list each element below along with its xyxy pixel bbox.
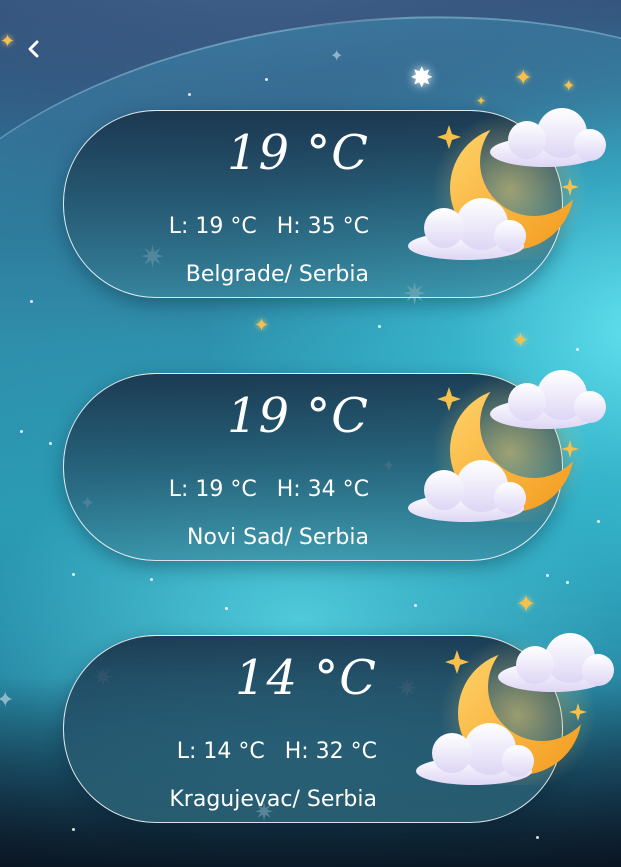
weather-card[interactable]: 14 °C L: 14 °C H: 32 °C Kragujevac/ Serbi… [63,635,563,823]
star-icon: ✦ [0,688,15,713]
high-temperature: H: 35 °C [276,214,369,239]
low-temperature: L: 14 °C [176,739,265,764]
chevron-left-icon [26,40,40,58]
weather-card[interactable]: 19 °C L: 19 °C H: 35 °C Belgrade/ Serbia [63,110,563,298]
star-icon: ✦ [330,46,344,65]
temperature-range: L: 19 °C H: 34 °C [169,477,369,502]
temperature-range: L: 19 °C H: 35 °C [169,214,369,239]
star-icon: ✦ [476,94,487,108]
star-icon: ✦ [516,590,537,618]
temperature-value: 19 °C [226,125,369,181]
location-label: Belgrade/ Serbia [185,262,369,287]
back-button[interactable] [22,36,44,62]
location-label: Kragujevac/ Serbia [169,787,377,812]
temperature-range: L: 14 °C H: 32 °C [177,739,377,764]
star-icon: ✦ [0,31,16,52]
star-icon: ✦ [254,315,270,336]
low-temperature: L: 19 °C [168,477,257,502]
weather-card[interactable]: 19 °C L: 19 °C H: 34 °C Novi Sad/ Serbia [63,373,563,561]
star-icon: ✸ [410,61,434,94]
high-temperature: H: 32 °C [284,739,377,764]
temperature-value: 19 °C [226,388,369,444]
temperature-value: 14 °C [234,650,377,706]
location-label: Novi Sad/ Serbia [187,525,369,550]
star-icon: ✦ [514,66,533,91]
star-icon: ✦ [562,76,576,95]
high-temperature: H: 34 °C [276,477,369,502]
star-icon: ✦ [512,328,529,352]
low-temperature: L: 19 °C [168,214,257,239]
